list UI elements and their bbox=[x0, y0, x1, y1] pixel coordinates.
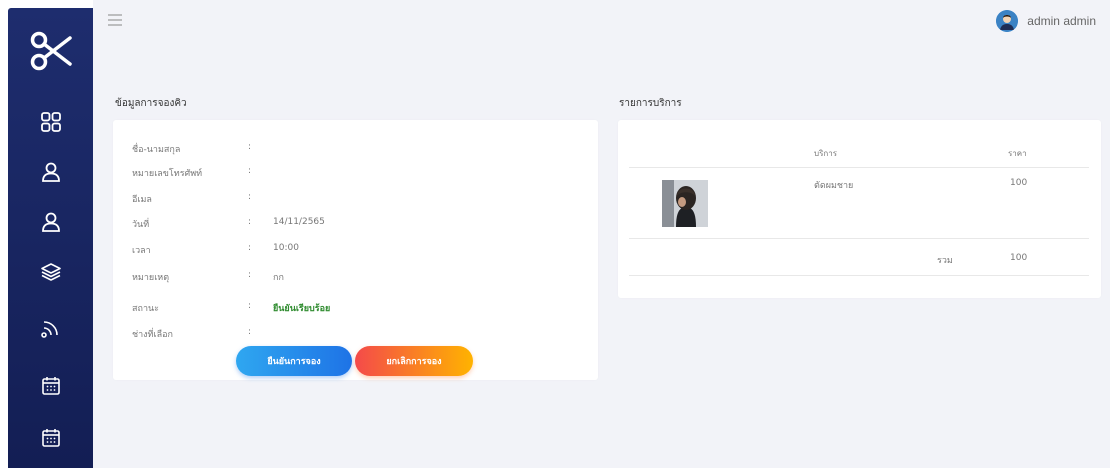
user-name: admin admin bbox=[1027, 14, 1096, 28]
table-row: ตัดผมชาย 100 bbox=[629, 169, 1089, 239]
field-label: อีเมล bbox=[132, 195, 152, 205]
services-table: บริการ ราคา ตัดผมชาย 100 รวม 100 bbox=[629, 120, 1089, 298]
field-label: ชื่อ-นามสกุล bbox=[132, 145, 181, 155]
avatar bbox=[996, 10, 1019, 32]
field-colon: : bbox=[248, 270, 252, 280]
layers-icon bbox=[40, 263, 61, 281]
scissors-logo-icon[interactable] bbox=[8, 16, 93, 86]
field-email: อีเมล : bbox=[132, 192, 532, 206]
field-barber: ช่างที่เลือก : bbox=[132, 327, 532, 341]
sidebar-panel bbox=[8, 8, 93, 468]
sidebar-item-schedule[interactable] bbox=[8, 418, 93, 458]
field-colon: : bbox=[248, 217, 252, 227]
booking-section-title: ข้อมูลการจองคิว bbox=[115, 98, 187, 109]
field-date: วันที่ : 14/11/2565 bbox=[132, 217, 532, 231]
field-colon: : bbox=[248, 192, 252, 202]
services-section-title: รายการบริการ bbox=[619, 98, 682, 109]
field-value: กก bbox=[273, 273, 284, 283]
field-colon: : bbox=[248, 243, 252, 253]
field-label: หมายเลขโทรศัพท์ bbox=[132, 169, 203, 179]
services-table-header: บริการ ราคา bbox=[629, 120, 1089, 168]
field-colon: : bbox=[248, 301, 252, 311]
field-fullname: ชื่อ-นามสกุล : bbox=[132, 142, 532, 156]
table-total-row: รวม 100 bbox=[629, 240, 1089, 276]
field-time: เวลา : 10:00 bbox=[132, 243, 532, 257]
field-colon: : bbox=[248, 166, 252, 176]
status-badge: ยืนยันเรียบร้อย bbox=[273, 304, 331, 314]
sidebar-item-dashboard[interactable] bbox=[8, 102, 93, 142]
booking-card: ชื่อ-นามสกุล : หมายเลขโทรศัพท์ : อีเมล :… bbox=[113, 120, 598, 380]
calendar-icon bbox=[41, 377, 60, 395]
grid-icon bbox=[40, 112, 61, 132]
sidebar-item-services[interactable] bbox=[8, 252, 93, 292]
service-thumbnail-image bbox=[662, 180, 708, 227]
sidebar-item-staff[interactable] bbox=[8, 202, 93, 242]
field-colon: : bbox=[248, 142, 252, 152]
field-label: สถานะ bbox=[132, 304, 159, 314]
field-colon: : bbox=[248, 327, 252, 337]
user-icon bbox=[41, 212, 60, 232]
field-label: วันที่ bbox=[132, 220, 150, 230]
rss-icon bbox=[40, 321, 58, 338]
user-menu[interactable]: admin admin bbox=[996, 10, 1096, 32]
field-status: สถานะ : ยืนยันเรียบร้อย bbox=[132, 301, 532, 315]
cancel-booking-button[interactable]: ยกเลิกการจอง bbox=[355, 346, 473, 376]
field-value: 10:00 bbox=[273, 243, 299, 253]
total-value: 100 bbox=[1010, 253, 1028, 263]
field-label: หมายเหตุ bbox=[132, 273, 170, 283]
field-note: หมายเหตุ : กก bbox=[132, 270, 532, 284]
field-phone: หมายเลขโทรศัพท์ : bbox=[132, 166, 532, 180]
column-header-price: ราคา bbox=[1008, 149, 1027, 158]
service-price: 100 bbox=[1010, 178, 1028, 188]
field-value: 14/11/2565 bbox=[273, 217, 325, 227]
services-card: บริการ ราคา ตัดผมชาย 100 รวม 100 bbox=[618, 120, 1101, 298]
service-name: ตัดผมชาย bbox=[814, 181, 854, 191]
confirm-booking-button[interactable]: ยืนยันการจอง bbox=[236, 346, 352, 376]
topbar: admin admin bbox=[93, 0, 1110, 55]
field-label: เวลา bbox=[132, 246, 151, 256]
sidebar-item-users[interactable] bbox=[8, 152, 93, 192]
sidebar bbox=[0, 0, 93, 468]
calendar-icon bbox=[41, 429, 60, 447]
hamburger-menu-icon[interactable] bbox=[108, 14, 122, 26]
field-label: ช่างที่เลือก bbox=[132, 330, 173, 340]
total-label: รวม bbox=[937, 256, 953, 266]
sidebar-item-calendar[interactable] bbox=[8, 366, 93, 406]
sidebar-item-feed[interactable] bbox=[8, 308, 93, 348]
column-header-service: บริการ bbox=[814, 149, 838, 158]
user-icon bbox=[41, 162, 60, 182]
